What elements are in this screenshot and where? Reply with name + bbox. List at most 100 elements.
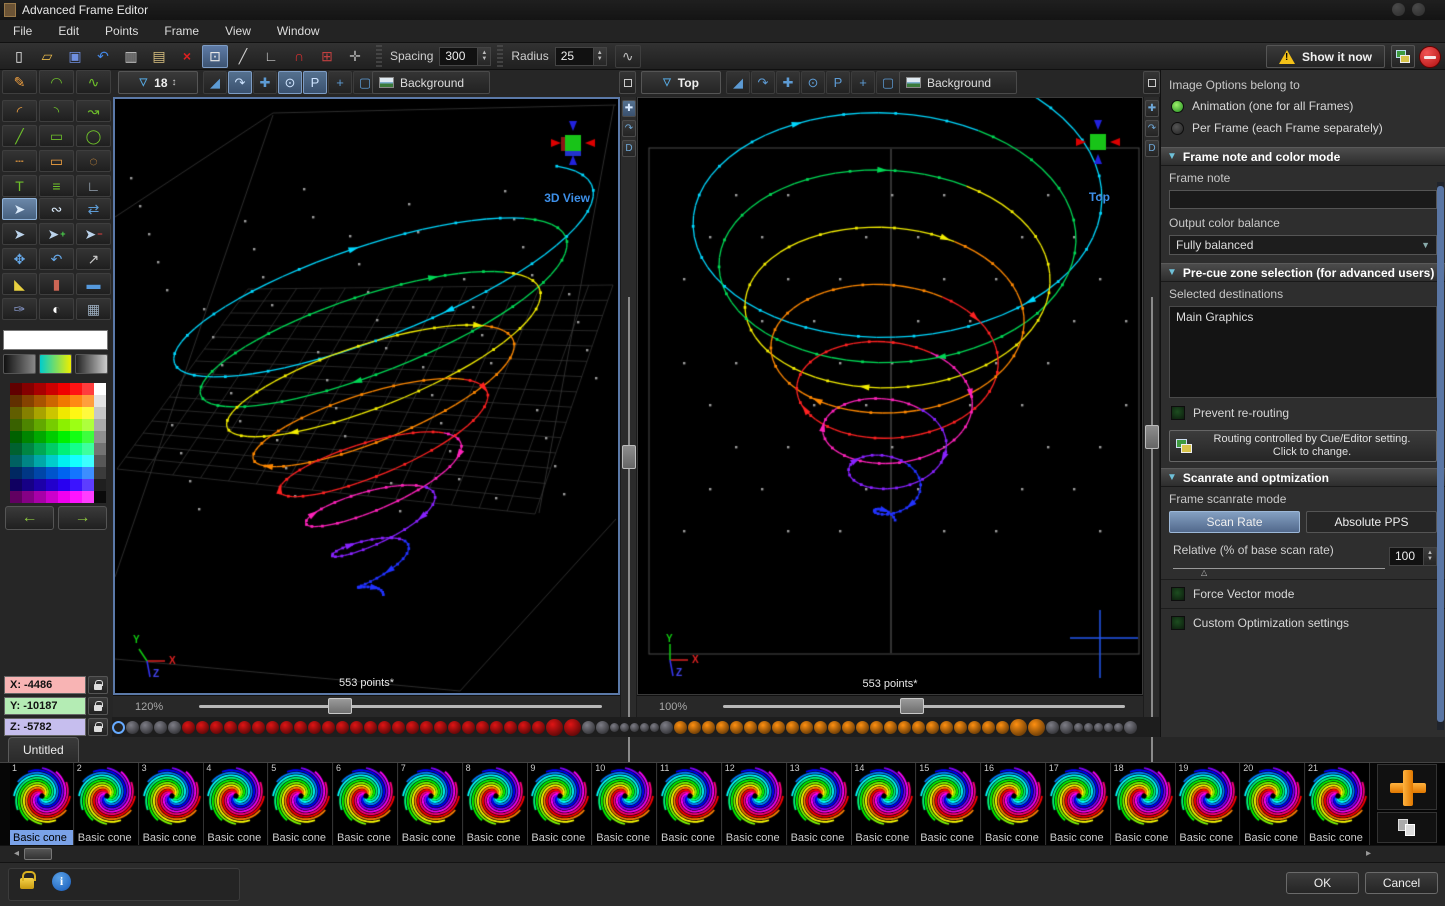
frame-thumbnail[interactable]: 17Basic cone	[1047, 763, 1111, 846]
mid-divider[interactable]: ✚ ↷ D	[620, 97, 637, 717]
frame-preview[interactable]	[141, 764, 203, 828]
palette-color[interactable]	[46, 395, 58, 407]
add-point-icon[interactable]: +	[851, 71, 875, 94]
window-close-button[interactable]	[1412, 3, 1425, 16]
ok-button[interactable]: OK	[1286, 872, 1359, 894]
point-dot-gray[interactable]	[582, 721, 595, 734]
palette-color[interactable]	[10, 431, 22, 443]
slider-thumb[interactable]	[1145, 425, 1159, 449]
palette-color[interactable]	[34, 383, 46, 395]
palette-color[interactable]	[82, 443, 94, 455]
panel-scrollbar[interactable]	[1437, 182, 1444, 730]
palette-color[interactable]	[82, 479, 94, 491]
point-dot-red[interactable]	[182, 721, 195, 734]
point-dot-red[interactable]	[518, 721, 531, 734]
palette-color[interactable]	[70, 407, 82, 419]
frame-preview[interactable]	[205, 764, 267, 828]
point-dot-gray_small[interactable]	[1114, 723, 1123, 732]
point-dot-gray_small[interactable]	[620, 723, 629, 732]
radio-off-icon[interactable]	[1171, 122, 1184, 135]
palette-color[interactable]	[82, 455, 94, 467]
palette-gray[interactable]	[94, 383, 106, 395]
palette-color[interactable]	[34, 395, 46, 407]
line-tool-icon[interactable]: ╱	[230, 45, 256, 68]
palette-color[interactable]	[58, 491, 70, 503]
point-dot-red[interactable]	[266, 721, 279, 734]
checkbox-icon[interactable]	[1171, 587, 1185, 601]
point-dot-gray_small[interactable]	[1084, 723, 1093, 732]
frame-preview[interactable]	[1177, 764, 1239, 828]
palette-color[interactable]	[10, 491, 22, 503]
point-dot-orange[interactable]	[940, 721, 953, 734]
left-zoom-slider[interactable]	[199, 705, 602, 708]
point-color-strip[interactable]	[112, 717, 1160, 737]
image-fill-icon[interactable]: ▦	[76, 298, 111, 320]
right-zoom-slider[interactable]	[723, 705, 1125, 708]
paste-icon[interactable]: ▤	[146, 45, 172, 68]
point-dot-red[interactable]	[406, 721, 419, 734]
palette-color[interactable]	[70, 467, 82, 479]
palette-color[interactable]	[70, 491, 82, 503]
palette-color[interactable]	[46, 479, 58, 491]
point-dot-red[interactable]	[532, 721, 545, 734]
scrollbar-thumb[interactable]	[1437, 186, 1444, 722]
palette-color[interactable]	[70, 455, 82, 467]
lock-icon[interactable]	[20, 878, 34, 889]
point-dot-red_big[interactable]	[564, 719, 581, 736]
palette-color[interactable]	[70, 431, 82, 443]
palette-color[interactable]	[46, 407, 58, 419]
section-precue[interactable]: ▼ Pre-cue zone selection (for advanced u…	[1161, 263, 1445, 282]
point-dot-red[interactable]	[196, 721, 209, 734]
slider-thumb[interactable]	[328, 698, 352, 714]
point-dot-gray[interactable]	[1046, 721, 1059, 734]
point-dot-gray[interactable]	[596, 721, 609, 734]
menu-view[interactable]: View	[212, 21, 264, 41]
point-dot-orange[interactable]	[744, 721, 757, 734]
point-dot-gray[interactable]	[168, 721, 181, 734]
point-dot-orange[interactable]	[772, 721, 785, 734]
frame-strip-scrollbar[interactable]: ◂ ▸	[0, 845, 1445, 862]
palette-color[interactable]	[10, 419, 22, 431]
curve-tool-icon[interactable]: ◠	[39, 70, 74, 94]
frame-thumbnail[interactable]: 14Basic cone	[852, 763, 916, 846]
color-palette[interactable]	[10, 383, 106, 503]
point-dot-red[interactable]	[280, 721, 293, 734]
depth-button[interactable]: D	[1145, 140, 1159, 157]
point-dot-red[interactable]	[476, 721, 489, 734]
frame-preview[interactable]	[1048, 764, 1110, 828]
palette-gray[interactable]	[94, 431, 106, 443]
zoom-view-icon[interactable]: ⊙	[801, 71, 825, 94]
current-color-swatch[interactable]	[3, 330, 108, 350]
frame-preview[interactable]	[1242, 764, 1304, 828]
point-dot-orange[interactable]	[702, 721, 715, 734]
dotted-rectangle-icon[interactable]: ▭	[39, 150, 74, 172]
frame-thumbnail[interactable]: 21Basic cone	[1306, 763, 1370, 846]
palette-gray[interactable]	[94, 443, 106, 455]
point-dot-orange[interactable]	[884, 721, 897, 734]
destination-item[interactable]: Main Graphics	[1176, 310, 1430, 324]
viewport-3d[interactable]: 3D View 553 points*	[113, 97, 620, 695]
line-shape-icon[interactable]: ╱	[2, 125, 37, 147]
point-dot-gray_small[interactable]	[1104, 723, 1113, 732]
open-folder-icon[interactable]: ▱	[34, 45, 60, 68]
destinations-list[interactable]: Main Graphics	[1169, 306, 1437, 398]
spacing-input[interactable]: 300 ▲▼	[439, 47, 491, 66]
point-dot-red[interactable]	[420, 721, 433, 734]
palette-color[interactable]	[58, 419, 70, 431]
point-dot-red[interactable]	[434, 721, 447, 734]
palette-color[interactable]	[34, 467, 46, 479]
radio-animation[interactable]: Animation (one for all Frames)	[1161, 95, 1445, 117]
palette-color[interactable]	[82, 467, 94, 479]
pan-view-icon[interactable]: ✚	[622, 100, 636, 117]
scan-rate-button[interactable]: Scan Rate	[1169, 511, 1300, 533]
palette-color[interactable]	[46, 491, 58, 503]
checkbox-icon[interactable]	[1171, 406, 1185, 420]
frame-preview[interactable]	[1113, 764, 1175, 828]
menu-window[interactable]: Window	[264, 21, 333, 41]
output-color-balance-select[interactable]: Fully balanced ▼	[1169, 235, 1437, 255]
point-dot-orange[interactable]	[926, 721, 939, 734]
point-dot-gray[interactable]	[140, 721, 153, 734]
pan-view-icon[interactable]: ✚	[253, 71, 277, 94]
spray-can-icon[interactable]: ▮	[39, 273, 74, 295]
palette-color[interactable]	[22, 491, 34, 503]
